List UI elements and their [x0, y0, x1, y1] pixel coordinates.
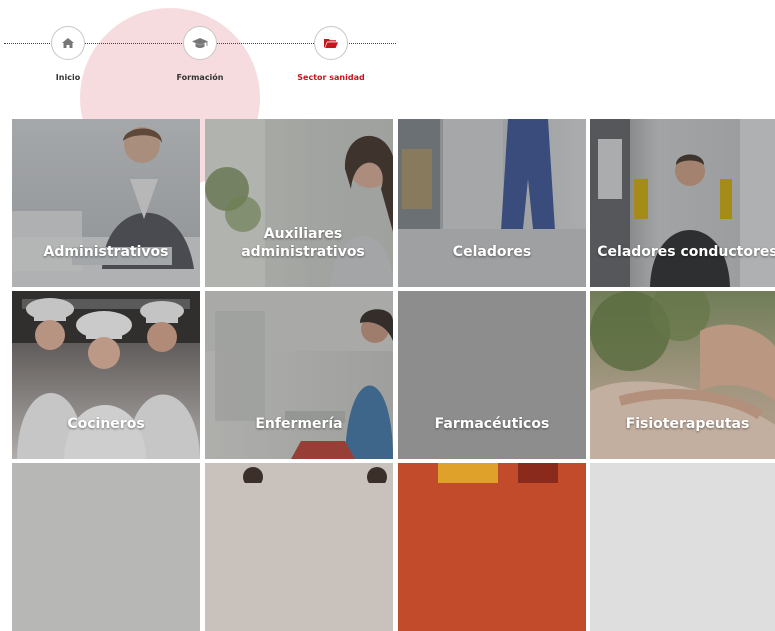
tile-photo: [590, 463, 775, 631]
step-sector-sanidad[interactable]: [314, 26, 348, 60]
tile-overlay: [205, 291, 393, 459]
tile-photo: [398, 291, 586, 459]
step-label-sector-sanidad[interactable]: Sector sanidad: [297, 73, 364, 82]
tile-label: Fisioterapeutas: [625, 416, 750, 432]
tile-label: Enfermería: [255, 416, 343, 432]
home-icon: [62, 38, 74, 48]
tile-celadores[interactable]: Celadores: [398, 119, 586, 287]
category-grid: Administrativos Auxiliares administrativ…: [12, 119, 775, 631]
step-formacion[interactable]: [183, 26, 217, 60]
step-label-inicio[interactable]: Inicio: [56, 73, 80, 82]
graduation-cap-icon: [192, 37, 208, 49]
tile-overlay: [12, 119, 200, 287]
step-inicio[interactable]: [51, 26, 85, 60]
tile-farmaceuticos[interactable]: Farmacéuticos: [398, 291, 586, 459]
tile-row3-4[interactable]: [590, 463, 775, 631]
tile-auxiliares-administrativos[interactable]: Auxiliares administrativos: [205, 119, 393, 287]
step-label-formacion[interactable]: Formación: [177, 73, 224, 82]
tile-row3-2[interactable]: [205, 463, 393, 631]
tile-photo: [12, 463, 200, 631]
tile-overlay: [12, 291, 200, 459]
tile-label: Celadores: [452, 244, 532, 260]
tile-overlay: [205, 119, 393, 287]
tile-cocineros[interactable]: Cocineros: [12, 291, 200, 459]
tile-label: Administrativos: [43, 244, 169, 260]
tile-row3-3[interactable]: [398, 463, 586, 631]
folder-open-icon: [324, 38, 338, 48]
tile-photo: [205, 463, 393, 631]
tile-administrativos[interactable]: Administrativos: [12, 119, 200, 287]
tile-label: Auxiliares administrativos: [241, 226, 365, 260]
tile-fisioterapeutas[interactable]: Fisioterapeutas: [590, 291, 775, 459]
tile-overlay: [398, 119, 586, 287]
tile-celadores-conductores[interactable]: Celadores conductores: [590, 119, 775, 287]
tile-label: Cocineros: [67, 416, 145, 432]
tile-enfermeria[interactable]: Enfermería: [205, 291, 393, 459]
breadcrumb: Inicio Formación Sector sanidad: [0, 0, 775, 188]
tile-row3-1[interactable]: [12, 463, 200, 631]
tile-overlay: [590, 119, 775, 287]
tile-photo: [398, 463, 586, 631]
tile-label: Farmacéuticos: [434, 416, 550, 432]
tile-label: Celadores conductores: [597, 244, 775, 260]
tile-overlay: [590, 291, 775, 459]
